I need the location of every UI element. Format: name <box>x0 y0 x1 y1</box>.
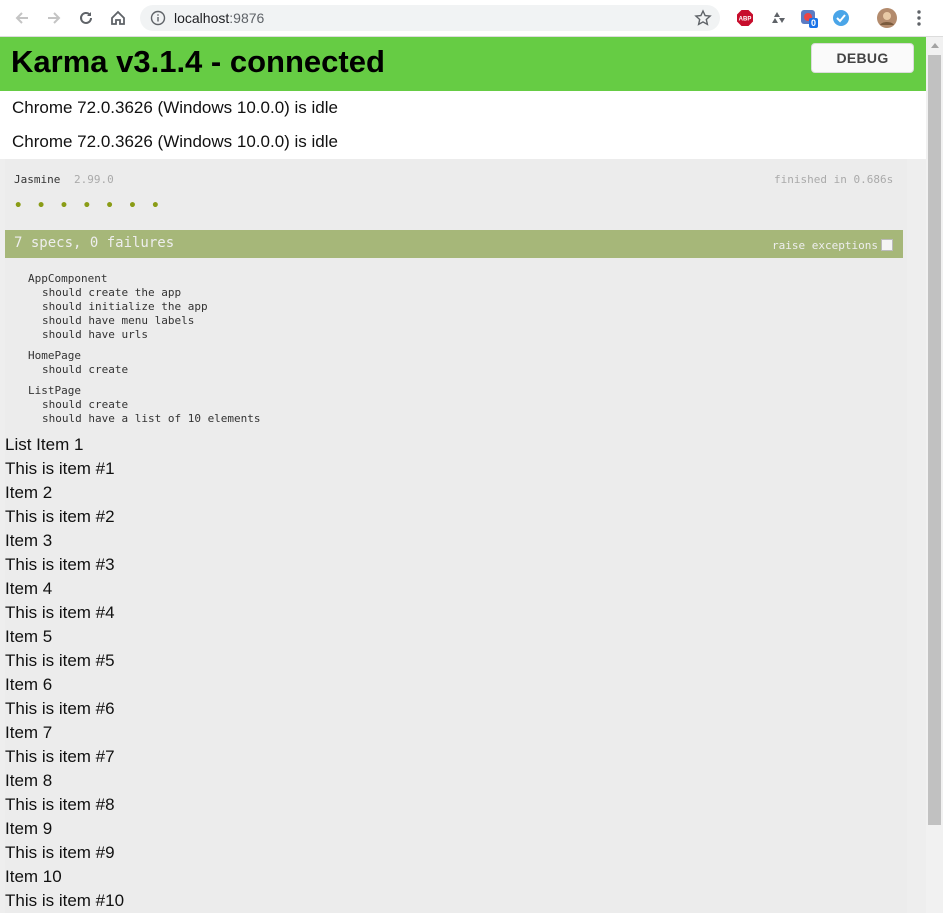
browser-toolbar: localhost:9876 ABP 0 <box>0 0 943 37</box>
list-item-note: This is item #5 <box>5 651 115 670</box>
forward-icon[interactable] <box>42 6 66 30</box>
spec-dots: • • • • • • • <box>14 198 163 214</box>
info-icon[interactable] <box>150 10 166 31</box>
list-item-title: List Item 1 <box>5 435 84 454</box>
suite-name[interactable]: AppComponent <box>28 272 107 285</box>
home-icon[interactable] <box>106 6 130 30</box>
jasmine-title: Jasmine <box>14 173 61 186</box>
url-host: localhost <box>174 10 230 26</box>
karma-banner: Karma v3.1.4 - connected <box>0 37 926 91</box>
extension-badge: 0 <box>809 18 819 28</box>
spec-name[interactable]: should create <box>42 398 128 411</box>
menu-icon[interactable] <box>908 7 930 29</box>
list-item-title: Item 10 <box>5 867 62 886</box>
raise-exceptions-label: raise exceptions <box>772 239 878 252</box>
back-icon[interactable] <box>10 6 34 30</box>
list-item-note: This is item #7 <box>5 747 115 766</box>
browser-status: Chrome 72.0.3626 (Windows 10.0.0) is idl… <box>12 132 338 151</box>
scrollbar-thumb[interactable] <box>928 55 941 825</box>
browser-status: Chrome 72.0.3626 (Windows 10.0.0) is idl… <box>12 98 338 117</box>
list-item-note: This is item #1 <box>5 459 115 478</box>
jasmine-reporter <box>5 159 907 913</box>
list-item-title: Item 4 <box>5 579 53 598</box>
scroll-up-icon[interactable] <box>931 43 939 48</box>
spec-name[interactable]: should have urls <box>42 328 148 341</box>
profile-avatar[interactable] <box>876 7 898 29</box>
list-item-title: Item 2 <box>5 483 53 502</box>
spec-name[interactable]: should initialize the app <box>42 300 208 313</box>
spec-name[interactable]: should create the app <box>42 286 181 299</box>
list-item-note: This is item #4 <box>5 603 115 622</box>
debug-button[interactable]: DEBUG <box>811 43 914 73</box>
reload-icon[interactable] <box>74 6 98 30</box>
adblock-icon[interactable]: ABP <box>734 7 756 29</box>
summary-text: 7 specs, 0 failures <box>14 235 175 251</box>
spec-name[interactable]: should have menu labels <box>42 314 194 327</box>
star-icon[interactable] <box>694 9 712 32</box>
recycle-icon[interactable] <box>766 7 788 29</box>
tampermonkey-icon[interactable] <box>830 7 852 29</box>
summary-bar: 7 specs, 0 failures raise exceptions <box>5 230 903 258</box>
suite-name[interactable]: HomePage <box>28 349 81 362</box>
spec-name[interactable]: should have a list of 10 elements <box>42 412 261 425</box>
svg-text:ABP: ABP <box>739 17 752 23</box>
spec-name[interactable]: should create <box>42 363 128 376</box>
jasmine-duration: finished in 0.686s <box>774 173 894 186</box>
list-item-note: This is item #3 <box>5 555 115 574</box>
test-report-area <box>0 159 926 913</box>
jasmine-version: 2.99.0 <box>74 173 114 186</box>
list-item-note: This is item #8 <box>5 795 115 814</box>
vertical-scrollbar[interactable] <box>926 37 943 913</box>
list-item-title: Item 5 <box>5 627 53 646</box>
url-text: localhost:9876 <box>174 10 264 26</box>
list-item-note: This is item #9 <box>5 843 115 862</box>
suite-name[interactable]: ListPage <box>28 384 81 397</box>
list-item-note: This is item #10 <box>5 891 125 910</box>
list-item-title: Item 3 <box>5 531 53 550</box>
karma-title: Karma v3.1.4 - connected <box>11 44 385 79</box>
list-item-title: Item 7 <box>5 723 53 742</box>
list-item-note: This is item #6 <box>5 699 115 718</box>
list-item-title: Item 8 <box>5 771 53 790</box>
extension-icon[interactable]: 0 <box>798 7 820 29</box>
address-bar[interactable]: localhost:9876 <box>140 5 720 31</box>
list-item-title: Item 6 <box>5 675 53 694</box>
list-item-note: This is item #2 <box>5 507 115 526</box>
list-item-title: Item 9 <box>5 819 53 838</box>
passed-dots: • • • • • • • <box>14 198 163 214</box>
url-port: :9876 <box>229 10 265 26</box>
raise-exceptions-checkbox[interactable] <box>881 239 893 251</box>
